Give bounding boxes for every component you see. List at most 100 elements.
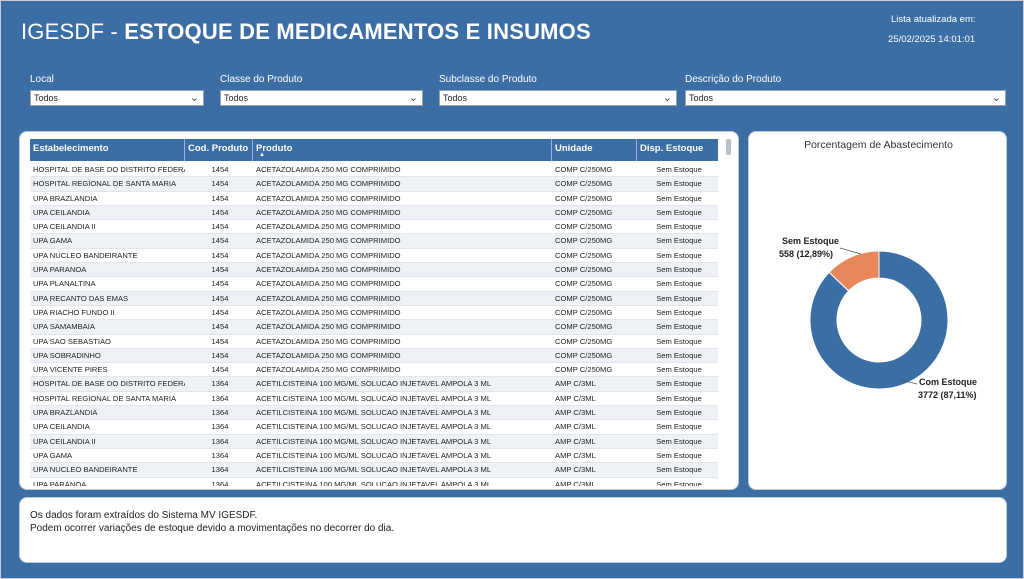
col-header-disp-estoque[interactable]: Disp. Estoque — [637, 139, 718, 161]
table-row[interactable]: UPA BRAZLANDIA 1454 ACETAZOLAMIDA 250 MG C… — [30, 192, 718, 206]
table-row[interactable]: UPA PARANOA 1454 ACETAZOLAMIDA 250 MG COMP… — [30, 263, 718, 278]
cell-estabelecimento: UPA PARANOA — [33, 265, 87, 275]
cell-produto: ACETAZOLAMIDA 250 MG COMPRIMIDO — [256, 279, 401, 289]
cell-unidade: COMP C/250MG — [555, 265, 613, 275]
table-scrollbar[interactable] — [726, 139, 731, 486]
subclasse-dropdown[interactable]: Todos ⌄ — [439, 90, 677, 106]
dropdown-value: Todos — [34, 93, 59, 103]
cell-unidade: AMP C/3ML — [555, 436, 596, 446]
filter-classe: Classe do Produto Todos ⌄ — [220, 74, 423, 106]
cell-produto: ACETAZOLAMIDA 250 MG COMPRIMIDO — [256, 336, 401, 346]
cell-produto: ACETAZOLAMIDA 250 MG COMPRIMIDO — [256, 179, 401, 189]
cell-estabelecimento: UPA BRAZLANDIA — [33, 193, 98, 203]
filter-label: Subclasse do Produto — [439, 74, 537, 85]
table-row[interactable]: HOSPITAL REGIONAL DE SANTA MARIA 1364 ACET… — [30, 392, 718, 407]
table-row[interactable]: HOSPITAL DE BASE DO DISTRITO FEDERAL 1454… — [30, 163, 718, 178]
cell-cod-produto: 1454 — [211, 293, 229, 303]
cell-disp-estoque: Sem Estoque — [656, 307, 702, 317]
descricao-dropdown[interactable]: Todos ⌄ — [685, 90, 1006, 106]
cell-disp-estoque: Sem Estoque — [656, 479, 702, 486]
cell-disp-estoque: Sem Estoque — [656, 322, 702, 332]
cell-produto: ACETAZOLAMIDA 250 MG COMPRIMIDO — [256, 322, 401, 332]
cell-unidade: COMP C/250MG — [555, 307, 613, 317]
cell-estabelecimento: UPA GAMA — [33, 236, 73, 246]
table-row[interactable]: UPA SAMAMBAIA 1454 ACETAZOLAMIDA 250 MG CO… — [30, 320, 718, 335]
label-sem-estoque-name: Sem Estoque — [782, 236, 840, 246]
table-row[interactable]: UPA CEILANDIA 1364 ACETILCISTEINA 100 MG/M… — [30, 420, 718, 435]
table-row[interactable]: UPA CEILANDIA II 1454 ACETAZOLAMIDA 250 MG… — [30, 220, 718, 235]
table-row[interactable]: UPA VICENTE PIRES 1454 ACETAZOLAMIDA 250 M… — [30, 363, 718, 378]
table-row[interactable]: UPA GAMA 1454 ACETAZOLAMIDA 250 MG COMPRIM… — [30, 234, 718, 249]
cell-disp-estoque: Sem Estoque — [656, 193, 702, 203]
cell-estabelecimento: UPA NUCLEO BANDEIRANTE — [33, 250, 138, 260]
cell-produto: ACETAZOLAMIDA 250 MG COMPRIMIDO — [256, 207, 401, 217]
cell-disp-estoque: Sem Estoque — [656, 236, 702, 246]
donut-chart — [809, 247, 949, 390]
table-row[interactable]: UPA SAO SEBASTIAO 1454 ACETAZOLAMIDA 250 M… — [30, 335, 718, 349]
cell-unidade: COMP C/250MG — [555, 236, 613, 246]
cell-cod-produto: 1454 — [211, 236, 229, 246]
dropdown-value: Todos — [443, 93, 468, 103]
cell-unidade: COMP C/250MG — [555, 222, 613, 232]
col-header-produto[interactable]: Produto ▲ — [253, 139, 552, 161]
table-row[interactable]: UPA SOBRADINHO 1454 ACETAZOLAMIDA 250 MG C… — [30, 348, 718, 364]
table-row[interactable]: UPA RECANTO DAS EMAS 1454 ACETAZOLAMIDA 25… — [30, 291, 718, 306]
cell-cod-produto: 1364 — [211, 436, 229, 446]
cell-produto: ACETAZOLAMIDA 250 MG COMPRIMIDO — [256, 350, 401, 360]
cell-produto: ACETAZOLAMIDA 250 MG COMPRIMIDO — [256, 265, 401, 275]
cell-disp-estoque: Sem Estoque — [656, 336, 702, 346]
table-row[interactable]: HOSPITAL REGIONAL DE SANTA MARIA 1454 ACET… — [30, 177, 718, 192]
col-header-cod-produto[interactable]: Cod. Produto — [185, 139, 253, 161]
report-page: IGESDF - ESTOQUE DE MEDICAMENTOS E INSUM… — [0, 0, 1024, 579]
info-line-2: Podem ocorrer variações de estoque devid… — [30, 523, 395, 534]
cell-estabelecimento: HOSPITAL DE BASE DO DISTRITO FEDERAL — [33, 379, 185, 389]
cell-estabelecimento: UPA CEILANDIA — [33, 207, 90, 217]
table-row[interactable]: HOSPITAL DE BASE DO DISTRITO FEDERAL 1364… — [30, 377, 718, 392]
stock-table: Estabelecimento Cod. Produto Produto ▲ Un… — [30, 139, 718, 486]
cell-estabelecimento: UPA NUCLEO BANDEIRANTE — [33, 465, 138, 475]
cell-disp-estoque: Sem Estoque — [656, 436, 702, 446]
table-row[interactable]: UPA CEILANDIA II 1364 ACETILCISTEINA 100 M… — [30, 434, 718, 449]
table-row[interactable]: UPA CEILANDIA 1454 ACETAZOLAMIDA 250 MG CO… — [30, 205, 718, 221]
local-dropdown[interactable]: Todos ⌄ — [30, 90, 204, 106]
cell-disp-estoque: Sem Estoque — [656, 207, 702, 217]
cell-unidade: AMP C/3ML — [555, 465, 596, 475]
cell-cod-produto: 1454 — [211, 250, 229, 260]
leader-line-sem-estoque — [839, 247, 862, 255]
chevron-down-icon: ⌄ — [408, 92, 418, 104]
scrollbar-thumb[interactable] — [726, 139, 731, 155]
cell-estabelecimento: UPA SOBRADINHO — [33, 350, 101, 360]
table-row[interactable]: UPA PLANALTINA 1454 ACETAZOLAMIDA 250 MG C… — [30, 277, 718, 292]
cell-unidade: COMP C/250MG — [555, 365, 613, 375]
table-row[interactable]: UPA PARANOA 1364 ACETILCISTEINA 100 MG/ML … — [30, 478, 718, 486]
label-sem-estoque-value: 558 (12,89%) — [779, 249, 834, 259]
cell-cod-produto: 1364 — [211, 465, 229, 475]
table-row[interactable]: UPA NUCLEO BANDEIRANTE 1454 ACETAZOLAMIDA … — [30, 249, 718, 264]
cell-cod-produto: 1454 — [211, 193, 229, 203]
classe-dropdown[interactable]: Todos ⌄ — [220, 90, 423, 106]
cell-cod-produto: 1454 — [211, 179, 229, 189]
cell-disp-estoque: Sem Estoque — [656, 393, 702, 403]
col-header-estabelecimento[interactable]: Estabelecimento — [30, 139, 185, 161]
cell-estabelecimento: UPA BRAZLANDIA — [33, 408, 98, 418]
cell-cod-produto: 1454 — [211, 336, 229, 346]
cell-cod-produto: 1364 — [211, 422, 229, 432]
cell-disp-estoque: Sem Estoque — [656, 279, 702, 289]
table-row[interactable]: UPA RIACHO FUNDO II 1454 ACETAZOLAMIDA 250… — [30, 306, 718, 321]
cell-unidade: COMP C/250MG — [555, 207, 613, 217]
cell-produto: ACETAZOLAMIDA 250 MG COMPRIMIDO — [256, 222, 401, 232]
cell-produto: ACETILCISTEINA 100 MG/ML SOLUCAO INJETAV… — [256, 408, 492, 418]
filter-descricao: Descrição do Produto Todos ⌄ — [685, 74, 1006, 106]
table-row[interactable]: UPA NUCLEO BANDEIRANTE 1364 ACETILCISTEINA… — [30, 463, 718, 478]
table-row[interactable]: UPA GAMA 1364 ACETILCISTEINA 100 MG/ML SOL… — [30, 449, 718, 464]
cell-estabelecimento: HOSPITAL REGIONAL DE SANTA MARIA — [33, 393, 177, 403]
cell-produto: ACETILCISTEINA 100 MG/ML SOLUCAO INJETAV… — [256, 465, 492, 475]
cell-disp-estoque: Sem Estoque — [656, 165, 702, 174]
cell-disp-estoque: Sem Estoque — [656, 379, 702, 389]
table-row[interactable]: UPA BRAZLANDIA 1364 ACETILCISTEINA 100 MG/… — [30, 406, 718, 421]
col-header-unidade[interactable]: Unidade — [552, 139, 637, 161]
cell-cod-produto: 1454 — [211, 350, 229, 360]
cell-estabelecimento: HOSPITAL DE BASE DO DISTRITO FEDERAL — [33, 165, 185, 174]
cell-produto: ACETAZOLAMIDA 250 MG COMPRIMIDO — [256, 193, 401, 203]
cell-estabelecimento: UPA VICENTE PIRES — [33, 365, 108, 375]
